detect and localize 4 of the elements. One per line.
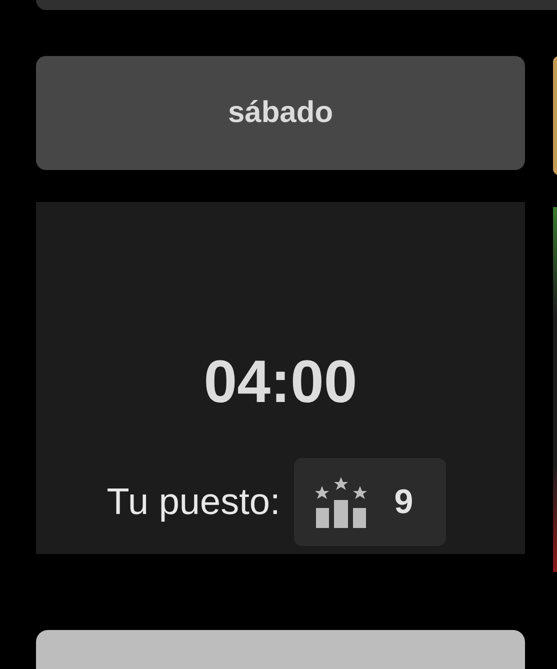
time-text: 04:00	[204, 348, 358, 416]
rank-number: 9	[394, 482, 414, 522]
day-label: sábado	[228, 96, 334, 130]
rank-label: Tu puesto:	[106, 481, 280, 524]
